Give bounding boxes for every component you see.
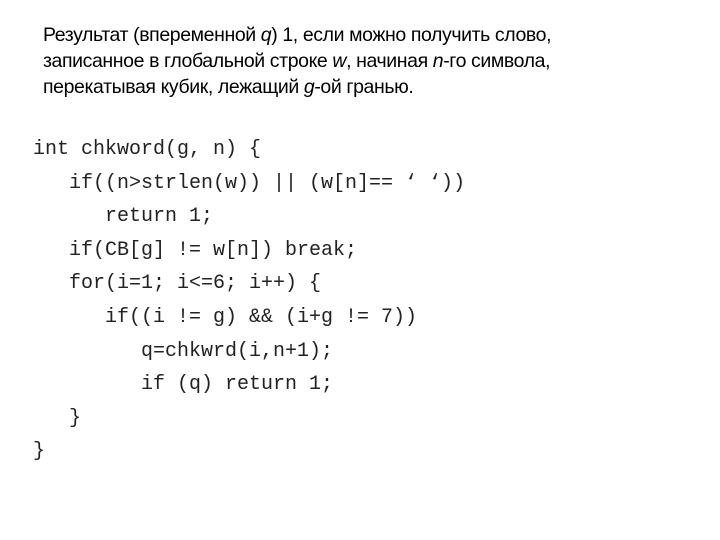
- description-text: -ой гранью.: [314, 76, 414, 98]
- code-line-close-loop: }: [69, 406, 82, 430]
- description-line: записанное в глобальной строке w, начина…: [43, 48, 663, 74]
- code-line-function-header: int chkword(g, n) {: [33, 138, 262, 161]
- code-line-face-check: if(CB[g] != w[n]) break;: [69, 238, 358, 262]
- variable-q: q: [260, 24, 272, 46]
- description-line: перекатывая кубик, лежащий g-ой гранью.: [43, 74, 663, 100]
- variable-w: w: [332, 50, 347, 72]
- code-line-end-check: if((n>strlen(w)) || (w[n]== ‘ ‘)): [69, 171, 466, 195]
- code-line-return-if-q: if (q) return 1;: [141, 373, 334, 397]
- code-line-return-1: return 1;: [105, 205, 214, 229]
- code-line-for-loop: for(i=1; i<=6; i++) {: [69, 272, 322, 296]
- description-text: записанное в глобальной строке: [43, 50, 333, 72]
- code-line-neighbor-check: if((i != g) && (i+g != 7)): [105, 305, 418, 329]
- code-listing: int chkword(g, n) { if((n>strlen(w)) || …: [33, 133, 465, 469]
- description-text: , начиная: [346, 50, 433, 72]
- code-line-recursive-call: q=chkwrd(i,n+1);: [141, 339, 334, 363]
- description-paragraph: Результат (впеременной q) 1, если можно …: [43, 22, 663, 100]
- description-text: Результат (впеременной: [43, 24, 261, 46]
- description-text: перекатывая кубик, лежащий: [43, 76, 304, 98]
- code-line-close-function: }: [33, 440, 46, 464]
- description-text: -го символа,: [443, 50, 551, 72]
- description-line: Результат (впеременной q) 1, если можно …: [43, 22, 663, 48]
- variable-n: n: [432, 50, 444, 72]
- description-text: ) 1, если можно получить слово,: [271, 24, 552, 46]
- variable-g: g: [303, 76, 315, 98]
